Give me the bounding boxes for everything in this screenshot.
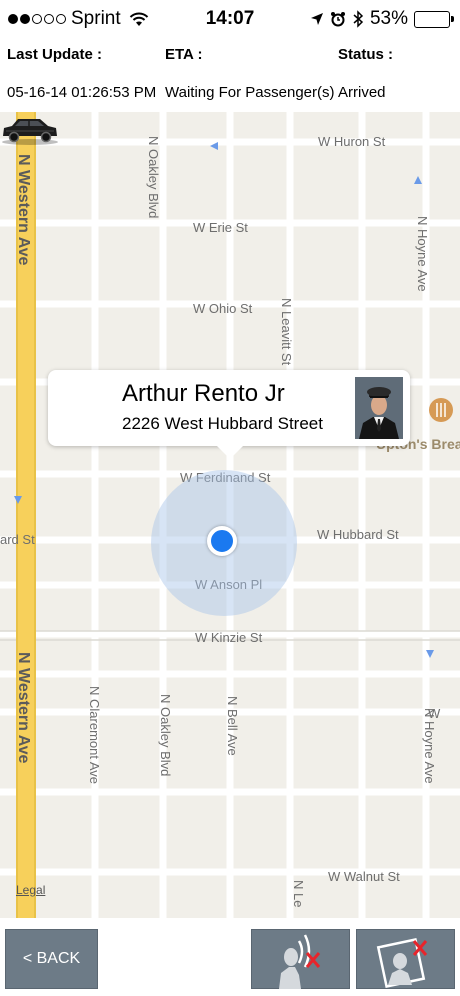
location-arrow-icon bbox=[310, 13, 323, 25]
cancel-ride-button[interactable] bbox=[356, 929, 455, 989]
street-label-erie: W Erie St bbox=[193, 220, 248, 235]
back-button[interactable]: < BACK bbox=[5, 929, 98, 989]
battery-icon bbox=[414, 10, 454, 28]
user-location-dot[interactable] bbox=[207, 526, 237, 556]
driver-photo bbox=[355, 377, 403, 439]
status-value: Arrived bbox=[338, 84, 386, 101]
driver-address: 2226 West Hubbard Street bbox=[122, 414, 323, 433]
car-icon[interactable] bbox=[0, 112, 60, 146]
battery-percent: 53% bbox=[369, 8, 408, 29]
street-label-kinzie: W Kinzie St bbox=[195, 630, 263, 645]
driver-cancel-icon bbox=[279, 934, 321, 989]
alarm-clock-icon bbox=[330, 12, 345, 27]
street-label-walnut: W Walnut St bbox=[328, 869, 400, 884]
street-label-hoyne-bottom: N Hoyne Ave bbox=[422, 708, 437, 784]
street-label-oakley-bottom: N Oakley Blvd bbox=[158, 694, 173, 777]
status-bar: Sprint 14:07 53% bbox=[0, 0, 460, 38]
street-label-leavitt: N Leavitt St bbox=[279, 298, 294, 366]
street-label-huron: W Huron St bbox=[318, 134, 386, 149]
bottom-toolbar: < BACK bbox=[0, 918, 460, 996]
street-label-hoyne-top: N Hoyne Ave bbox=[415, 216, 430, 292]
driver-callout[interactable]: Arthur Rento Jr 2226 West Hubbard Street bbox=[48, 370, 410, 459]
last-update-label: Last Update : bbox=[7, 46, 103, 63]
street-label-ohio: W Ohio St bbox=[193, 301, 253, 316]
street-label-western-top: N Western Ave bbox=[15, 154, 32, 266]
legal-link[interactable]: Legal bbox=[16, 883, 45, 897]
eta-label: ETA : bbox=[165, 46, 203, 63]
street-label-claremont: N Claremont Ave bbox=[87, 686, 102, 785]
driver-name: Arthur Rento Jr bbox=[122, 380, 285, 407]
last-update-value: 05-16-14 01:26:53 PM bbox=[7, 84, 157, 101]
status-label: Status : bbox=[338, 46, 394, 63]
cancel-driver-button[interactable] bbox=[251, 929, 350, 989]
street-label-hubbard: W Hubbard St bbox=[317, 527, 399, 542]
eta-value: Waiting For Passenger(s) bbox=[165, 84, 335, 101]
street-label-bottom-partial: N Le bbox=[291, 880, 306, 908]
street-label-bell: N Bell Ave bbox=[225, 696, 240, 756]
trip-info-headers: Last Update : ETA : Status : bbox=[0, 46, 460, 66]
street-label-hubbard-left: ard St bbox=[0, 532, 35, 547]
street-label-western-bottom: N Western Ave bbox=[15, 652, 32, 764]
map-view[interactable]: W Huron St W Erie St W Ohio St W Ferdina… bbox=[0, 112, 460, 918]
passenger-cancel-icon bbox=[376, 938, 428, 988]
street-label-oakley-top: N Oakley Blvd bbox=[146, 136, 161, 219]
status-indicators: 53% bbox=[310, 8, 454, 30]
bluetooth-icon bbox=[353, 10, 364, 28]
